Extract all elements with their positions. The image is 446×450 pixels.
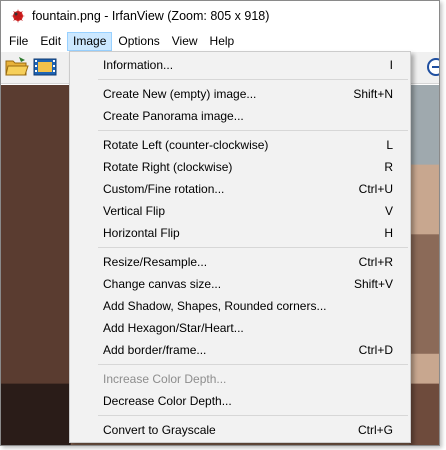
menu-item-shortcut: Ctrl+G (357, 423, 393, 437)
menu-separator (70, 361, 410, 368)
menu-item-shortcut: V (384, 204, 393, 218)
menu-item-rotate-left[interactable]: Rotate Left (counter-clockwise) L (70, 134, 410, 156)
menu-item-label: Horizontal Flip (103, 226, 180, 240)
menu-item-label: Add Shadow, Shapes, Rounded corners... (103, 299, 327, 313)
menu-view[interactable]: View (166, 32, 204, 51)
filmstrip-icon[interactable] (33, 56, 57, 78)
menu-item-label: Add border/frame... (103, 343, 207, 357)
menu-item-label: Information... (103, 58, 174, 72)
menu-item-shortcut: L (386, 138, 393, 152)
menu-edit[interactable]: Edit (34, 32, 67, 51)
menu-item-shortcut: R (384, 160, 393, 174)
menu-item-label: Decrease Color Depth... (103, 394, 232, 408)
irfanview-window: fountain.png - IrfanView (Zoom: 805 x 91… (0, 0, 440, 446)
menu-item-label: Rotate Right (clockwise) (103, 160, 233, 174)
menu-item-resize[interactable]: Resize/Resample... Ctrl+R (70, 251, 410, 273)
menu-options[interactable]: Options (112, 32, 165, 51)
menu-separator (70, 244, 410, 251)
menu-item-label: Rotate Left (counter-clockwise) (103, 138, 269, 152)
menu-item-vertical-flip[interactable]: Vertical Flip V (70, 200, 410, 222)
menu-item-shortcut: Ctrl+D (358, 343, 393, 357)
menu-item-rotate-right[interactable]: Rotate Right (clockwise) R (70, 156, 410, 178)
menu-help[interactable]: Help (204, 32, 241, 51)
menu-item-add-hexagon[interactable]: Add Hexagon/Star/Heart... (70, 317, 410, 339)
menu-item-add-border[interactable]: Add border/frame... Ctrl+D (70, 339, 410, 361)
irfanview-app-icon (11, 9, 25, 23)
menu-item-decrease-color-depth[interactable]: Decrease Color Depth... (70, 390, 410, 412)
window-title: fountain.png - IrfanView (Zoom: 805 x 91… (32, 9, 270, 23)
menu-separator (70, 76, 410, 83)
menu-separator (70, 412, 410, 419)
menu-item-custom-rotation[interactable]: Custom/Fine rotation... Ctrl+U (70, 178, 410, 200)
menu-item-increase-color-depth: Increase Color Depth... (70, 368, 410, 390)
menu-item-shortcut: Shift+V (353, 277, 393, 291)
menu-item-label: Create Panorama image... (103, 109, 244, 123)
menu-item-canvas-size[interactable]: Change canvas size... Shift+V (70, 273, 410, 295)
menu-item-shortcut: Ctrl+U (358, 182, 393, 196)
menu-image[interactable]: Image (67, 32, 113, 51)
menu-item-shortcut: Ctrl+R (358, 255, 393, 269)
menu-item-create-panorama[interactable]: Create Panorama image... (70, 105, 410, 127)
title-bar: fountain.png - IrfanView (Zoom: 805 x 91… (1, 1, 439, 31)
menu-item-shortcut: Shift+N (353, 87, 393, 101)
menu-separator (70, 127, 410, 134)
menu-item-add-shadow[interactable]: Add Shadow, Shapes, Rounded corners... (70, 295, 410, 317)
open-folder-icon[interactable] (5, 56, 29, 78)
menu-file[interactable]: File (3, 32, 34, 51)
menu-item-information[interactable]: Information... I (70, 54, 410, 76)
menu-bar: File Edit Image Options View Help (1, 31, 439, 52)
menu-item-shortcut: I (389, 58, 393, 72)
image-menu-dropdown: Information... I Create New (empty) image… (69, 51, 411, 443)
menu-item-shortcut: H (384, 226, 393, 240)
menu-item-label: Resize/Resample... (103, 255, 208, 269)
menu-item-label: Vertical Flip (103, 204, 166, 218)
menu-item-label: Convert to Grayscale (103, 423, 216, 437)
menu-item-grayscale[interactable]: Convert to Grayscale Ctrl+G (70, 419, 410, 441)
menu-item-label: Add Hexagon/Star/Heart... (103, 321, 244, 335)
menu-item-horizontal-flip[interactable]: Horizontal Flip H (70, 222, 410, 244)
menu-item-label: Increase Color Depth... (103, 372, 227, 386)
menu-item-label: Create New (empty) image... (103, 87, 257, 101)
menu-item-create-new[interactable]: Create New (empty) image... Shift+N (70, 83, 410, 105)
menu-item-label: Custom/Fine rotation... (103, 182, 225, 196)
menu-item-label: Change canvas size... (103, 277, 222, 291)
zoom-out-icon[interactable] (427, 58, 439, 76)
